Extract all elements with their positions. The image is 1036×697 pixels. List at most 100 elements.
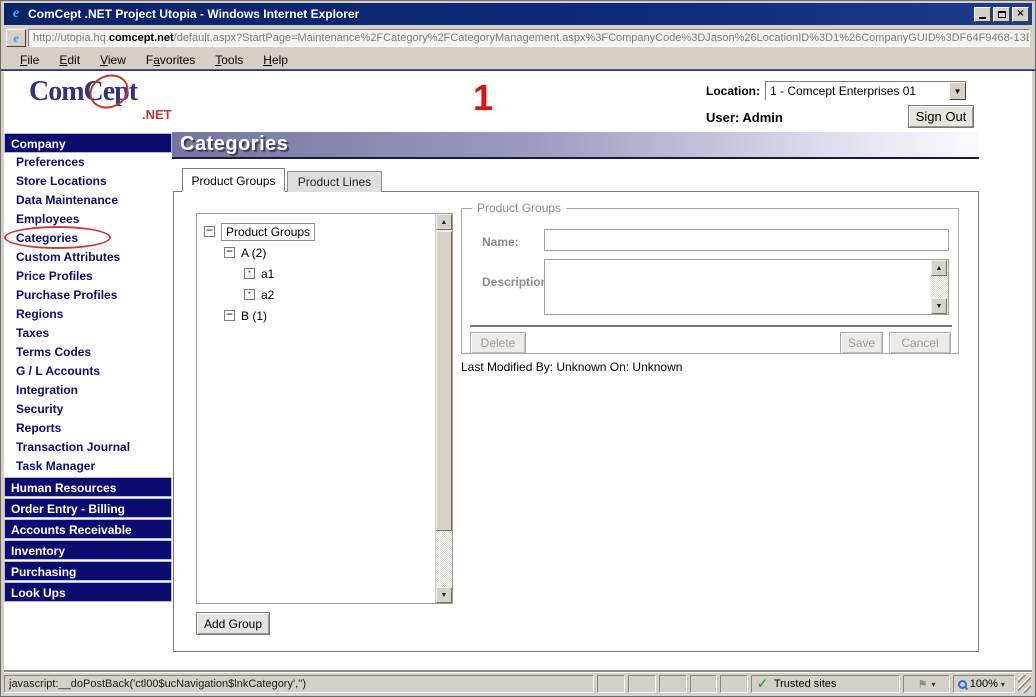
location-dropdown-icon[interactable]: ▼: [949, 82, 966, 100]
menu-favorites[interactable]: Favorites: [136, 51, 205, 69]
sidebar-item-taxes[interactable]: Taxes: [4, 324, 172, 343]
page-title: Categories: [172, 132, 979, 159]
sidebar-item-task-manager[interactable]: Task Manager: [4, 457, 172, 476]
add-group-button[interactable]: Add Group: [196, 612, 270, 635]
sidebar-item-purchase-profiles[interactable]: Purchase Profiles: [4, 286, 172, 305]
security-zone-segment: ✓ Trusted sites: [750, 675, 901, 693]
sidebar-item-custom-attributes[interactable]: Custom Attributes: [4, 248, 172, 267]
window-title: ComCept .NET Project Utopia - Windows In…: [28, 7, 360, 21]
tree-node-label[interactable]: Product Groups: [221, 222, 316, 241]
tree-node-a2[interactable]: · a2: [244, 284, 435, 305]
sidebar-item-preferences[interactable]: Preferences: [4, 153, 172, 172]
url-path: /default.aspx?StartPage=Maintenance%2FCa…: [173, 32, 1030, 44]
menu-tools[interactable]: Tools: [205, 51, 253, 69]
sidebar-header-purchasing[interactable]: Purchasing: [4, 561, 172, 581]
status-segment: [628, 675, 656, 693]
sidebar-header-inventory[interactable]: Inventory: [4, 540, 172, 560]
name-label: Name:: [482, 235, 519, 249]
sidebar-item-terms-codes[interactable]: Terms Codes: [4, 343, 172, 362]
sidebar-header-order-entry-billing[interactable]: Order Entry - Billing: [4, 498, 172, 518]
sidebar-item-categories[interactable]: Categories: [4, 229, 172, 248]
sidebar-item-integration[interactable]: Integration: [4, 381, 172, 400]
scroll-down-icon[interactable]: ▼: [931, 298, 947, 314]
sidebar-item-reports[interactable]: Reports: [4, 419, 172, 438]
scrollbar-thumb[interactable]: [436, 231, 452, 531]
location-select[interactable]: 1 - Comcept Enterprises 01 ▼: [765, 81, 967, 101]
sidebar-header-company[interactable]: Company: [4, 133, 172, 153]
status-segment: [720, 675, 748, 693]
tree-node-list: − Product Groups − A (2) · a1 · a2− B (1): [197, 214, 435, 603]
scroll-up-icon[interactable]: ▲: [436, 214, 452, 230]
scroll-down-icon[interactable]: ▼: [436, 587, 452, 603]
collapse-icon[interactable]: −: [224, 247, 235, 258]
delete-button[interactable]: Delete: [470, 332, 526, 354]
sidebar-header-look-ups[interactable]: Look Ups: [4, 582, 172, 602]
sidebar-header-accounts-receivable[interactable]: Accounts Receivable: [4, 519, 172, 539]
tree-node-label[interactable]: B (1): [241, 309, 267, 323]
tree-node-label[interactable]: a1: [261, 267, 274, 281]
location-selected-value: 1 - Comcept Enterprises 01: [770, 84, 917, 98]
tree-node-b-1[interactable]: − B (1): [224, 305, 435, 326]
chevron-down-icon: ▾: [1000, 679, 1005, 689]
minimize-icon: [979, 16, 986, 19]
description-label: Description:: [482, 275, 553, 289]
menu-file[interactable]: File: [10, 51, 49, 69]
description-scrollbar[interactable]: ▲ ▼: [931, 260, 948, 314]
title-bar: e ComCept .NET Project Utopia - Windows …: [4, 3, 1032, 25]
sidebar-item-security[interactable]: Security: [4, 400, 172, 419]
save-button[interactable]: Save: [840, 332, 883, 354]
category-tree: − Product Groups − A (2) · a1 · a2− B (1) ▲ ▼: [196, 213, 453, 604]
annotation-step-number: 1: [473, 77, 494, 118]
protected-mode-segment[interactable]: ⚑ ▾: [903, 675, 950, 693]
menu-help[interactable]: Help: [253, 51, 298, 69]
sidebar-item-data-maintenance[interactable]: Data Maintenance: [4, 191, 172, 210]
status-segment: [658, 675, 687, 693]
sidebar-item-store-locations[interactable]: Store Locations: [4, 172, 172, 191]
page-icon: e: [6, 29, 26, 47]
sidebar-item-price-profiles[interactable]: Price Profiles: [4, 267, 172, 286]
tab-product-groups[interactable]: Product Groups: [182, 168, 285, 192]
sidebar-item-regions[interactable]: Regions: [4, 305, 172, 324]
collapse-icon[interactable]: −: [204, 226, 215, 237]
content-panel: − Product Groups − A (2) · a1 · a2− B (1) ▲ ▼ Ad…: [173, 191, 979, 652]
maximize-icon: [997, 10, 1006, 18]
zoom-level: 100%: [969, 678, 998, 690]
zoom-control[interactable]: 100% ▾: [952, 675, 1016, 693]
url-field[interactable]: http://utopia.hq.comcept.net/default.asp…: [28, 29, 1030, 47]
resize-grip[interactable]: [1018, 675, 1031, 693]
close-button[interactable]: ×: [1012, 6, 1029, 22]
zoom-magnifier-icon: [957, 679, 967, 689]
address-bar: e http://utopia.hq.comcept.net/default.a…: [4, 27, 1032, 49]
sidebar-header-human-resources[interactable]: Human Resources: [4, 477, 172, 497]
minimize-button[interactable]: [974, 6, 991, 22]
cancel-button[interactable]: Cancel: [889, 332, 951, 354]
logo-net-suffix: .NET: [142, 107, 172, 122]
description-field-wrap: ▲ ▼: [544, 259, 949, 315]
url-prefix: http://utopia.hq.: [33, 32, 109, 44]
sidebar-item-g-l-accounts[interactable]: G / L Accounts: [4, 362, 172, 381]
tab-product-lines[interactable]: Product Lines: [287, 171, 382, 192]
tree-node-a-2[interactable]: − A (2): [224, 242, 435, 263]
status-segment: [597, 675, 626, 693]
leaf-node-icon[interactable]: ·: [244, 289, 255, 300]
maximize-button[interactable]: [993, 6, 1010, 22]
tree-scrollbar[interactable]: ▲ ▼: [435, 214, 452, 603]
menu-bar: File Edit View Favorites Tools Help: [4, 50, 1032, 69]
tree-node-product-groups[interactable]: − Product Groups: [204, 221, 435, 242]
sidebar-item-transaction-journal[interactable]: Transaction Journal: [4, 438, 172, 457]
leaf-node-icon[interactable]: ·: [244, 268, 255, 279]
menu-edit[interactable]: Edit: [49, 51, 90, 69]
tree-node-a1[interactable]: · a1: [244, 263, 435, 284]
menu-view[interactable]: View: [90, 51, 136, 69]
window-controls: ×: [974, 6, 1029, 22]
sign-out-button[interactable]: Sign Out: [908, 105, 974, 128]
location-label: Location:: [706, 84, 760, 98]
tree-node-label[interactable]: A (2): [241, 246, 266, 260]
name-field[interactable]: [544, 229, 949, 251]
collapse-icon[interactable]: −: [224, 310, 235, 321]
sidebar-item-employees[interactable]: Employees: [4, 210, 172, 229]
description-field[interactable]: [545, 260, 931, 314]
scroll-up-icon[interactable]: ▲: [931, 260, 947, 276]
tree-node-label[interactable]: a2: [261, 288, 274, 302]
user-label: User: Admin: [706, 110, 783, 125]
